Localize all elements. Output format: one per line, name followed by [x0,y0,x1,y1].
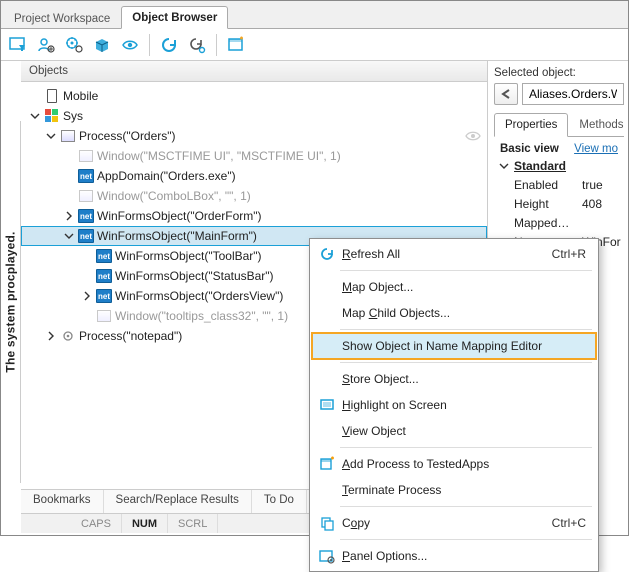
window-icon [78,148,94,164]
tab-methods[interactable]: Methods [568,113,628,136]
tree-node-process-orders[interactable]: Process("Orders") [21,126,487,146]
selected-object-input[interactable] [522,83,624,105]
copy-icon [316,516,338,531]
window-icon [96,308,112,324]
tab-properties[interactable]: Properties [494,113,568,137]
chevron-right-icon[interactable] [63,210,75,222]
top-tab-bar: Project Workspace Object Browser [1,1,628,29]
view-more-link[interactable]: View mo [574,143,618,155]
menu-terminate-process[interactable]: Terminate Process [312,477,596,503]
tab-search-replace[interactable]: Search/Replace Results [104,490,252,513]
chevron-right-icon[interactable] [81,290,93,302]
window-icon [78,188,94,204]
context-menu: Refresh All Ctrl+R Map Object... Map Chi… [309,238,599,572]
mobile-icon [44,88,60,104]
tab-bookmarks[interactable]: Bookmarks [21,490,104,513]
dotnet-icon: net [96,288,112,304]
panel-options-icon [316,549,338,564]
prop-row[interactable]: Enabledtrue [496,175,622,194]
dotnet-icon: net [78,228,94,244]
dotnet-icon: net [96,248,112,264]
status-scrl: SCRL [168,514,218,533]
menu-copy[interactable]: Copy Ctrl+C [312,510,596,536]
process-icon [60,328,76,344]
selected-object-label: Selected object: [494,67,624,79]
highlight-icon [316,398,338,412]
new-window-icon[interactable] [223,32,249,58]
visible-icon [465,130,481,142]
menu-show-in-name-mapping[interactable]: Show Object in Name Mapping Editor [312,333,596,359]
toolbar [1,29,628,61]
tree-node-mobile[interactable]: Mobile [21,86,487,106]
process-icon [60,128,76,144]
chevron-down-icon[interactable] [29,110,41,122]
filter-window-icon[interactable] [5,32,31,58]
menu-panel-options[interactable]: Panel Options... [312,543,596,569]
tree-node-appdomain[interactable]: net AppDomain("Orders.exe") [21,166,487,186]
filter-package-icon[interactable] [89,32,115,58]
tree-node-combolbox[interactable]: Window("ComboLBox", "", 1) [21,186,487,206]
prop-row[interactable]: MappedName [496,213,622,232]
tab-todo[interactable]: To Do [252,490,307,513]
tree-node-msctf[interactable]: Window("MSCTFIME UI", "MSCTFIME UI", 1) [21,146,487,166]
chevron-down-icon[interactable] [498,160,510,172]
menu-store-object[interactable]: Store Object... [312,366,596,392]
back-button[interactable] [494,83,518,105]
refresh-settings-icon[interactable] [184,32,210,58]
menu-map-object[interactable]: Map Object... [312,274,596,300]
filter-user-icon[interactable] [33,32,59,58]
prop-row[interactable]: Height408 [496,194,622,213]
shortcut-label: Ctrl+R [552,247,586,261]
chevron-right-icon[interactable] [45,330,57,342]
menu-add-process[interactable]: Add Process to TestedApps [312,451,596,477]
basic-view-label: Basic view [500,143,559,155]
group-standard[interactable]: Standard [514,159,566,173]
property-grid: Standard Enabledtrue Height408 MappedNam… [494,157,624,251]
chevron-down-icon[interactable] [63,230,75,242]
add-process-icon [316,456,338,472]
refresh-icon[interactable] [156,32,182,58]
status-caps: CAPS [71,514,122,533]
dotnet-icon: net [96,268,112,284]
menu-refresh-all[interactable]: Refresh All Ctrl+R [312,241,596,267]
tree-node-sys[interactable]: Sys [21,106,487,126]
refresh-icon [316,246,338,262]
tab-object-browser[interactable]: Object Browser [121,6,228,29]
menu-highlight-on-screen[interactable]: Highlight on Screen [312,392,596,418]
tab-project-workspace[interactable]: Project Workspace [3,7,121,29]
rotated-label: The system procplayed. [1,121,21,483]
shortcut-label: Ctrl+C [552,516,586,530]
filter-settings-icon[interactable] [61,32,87,58]
menu-map-child-objects[interactable]: Map Child Objects... [312,300,596,326]
dotnet-icon: net [78,168,94,184]
tree-node-orderform[interactable]: net WinFormsObject("OrderForm") [21,206,487,226]
dotnet-icon: net [78,208,94,224]
chevron-down-icon[interactable] [45,130,57,142]
menu-view-object[interactable]: View Object [312,418,596,444]
filter-eye-icon[interactable] [117,32,143,58]
panel-title: Objects [21,61,487,82]
status-num: NUM [122,514,168,533]
sys-icon [44,108,60,124]
